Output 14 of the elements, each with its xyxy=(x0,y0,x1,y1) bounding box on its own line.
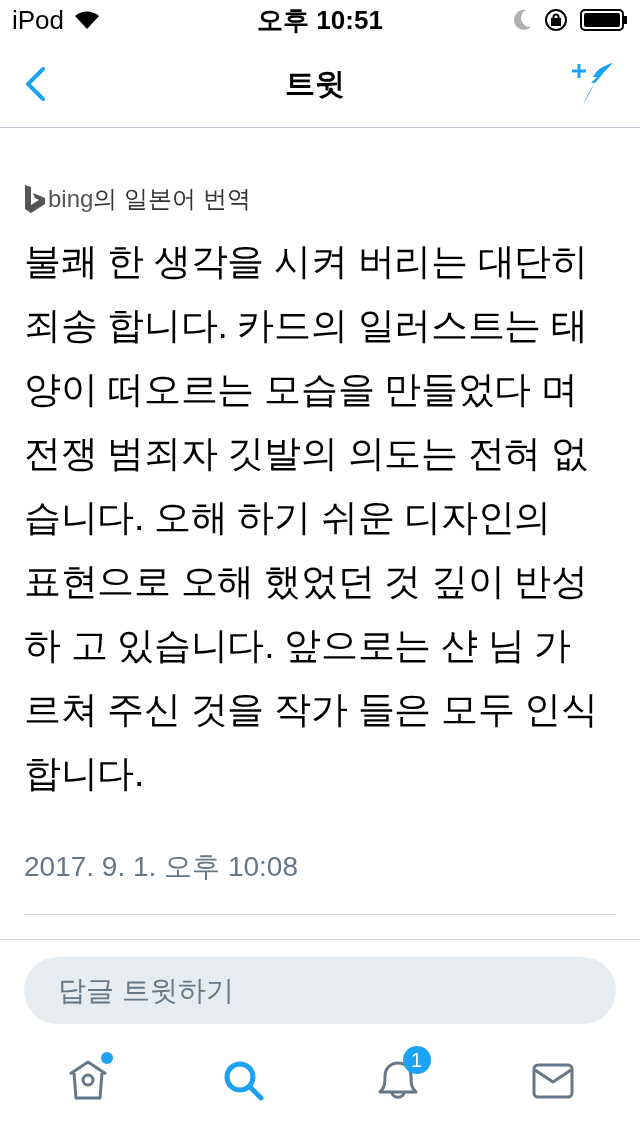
battery-icon xyxy=(580,9,628,31)
rotation-lock-icon xyxy=(544,8,568,32)
tweet-timestamp: 2017. 9. 1. 오후 10:08 xyxy=(24,850,299,884)
wifi-icon xyxy=(74,10,101,30)
translation-label: bing의 일본어 번역 xyxy=(48,184,251,214)
status-time: 오후 10:51 xyxy=(257,3,383,37)
tweet-text: 불쾌 한 생각을 시켜 버리는 대단히 죄송 합니다. 카드의 일러스트는 태 양이 떠오르는 모습을 만들었다 며 전쟁 범죄자 깃발의 의도는 전혀 없 습니다. 오해 하기 쉬운 디자인의 표현으로 오해 했었던 것 깊이 반성 하 고 있습니다. 앞으로는 샨 님 가 르쳐 주신 것을 작가 들은 모두 인식 합니다. xyxy=(24,240,599,796)
device-name: iPod xyxy=(12,3,65,37)
moon-icon xyxy=(512,9,532,31)
back-icon xyxy=(24,65,46,102)
bing-logo-icon xyxy=(24,184,46,214)
notification-badge: 1 xyxy=(402,1046,431,1074)
page-title: 트윗 xyxy=(285,66,345,102)
reply-field[interactable]: 답글 트윗하기 xyxy=(24,957,616,1024)
